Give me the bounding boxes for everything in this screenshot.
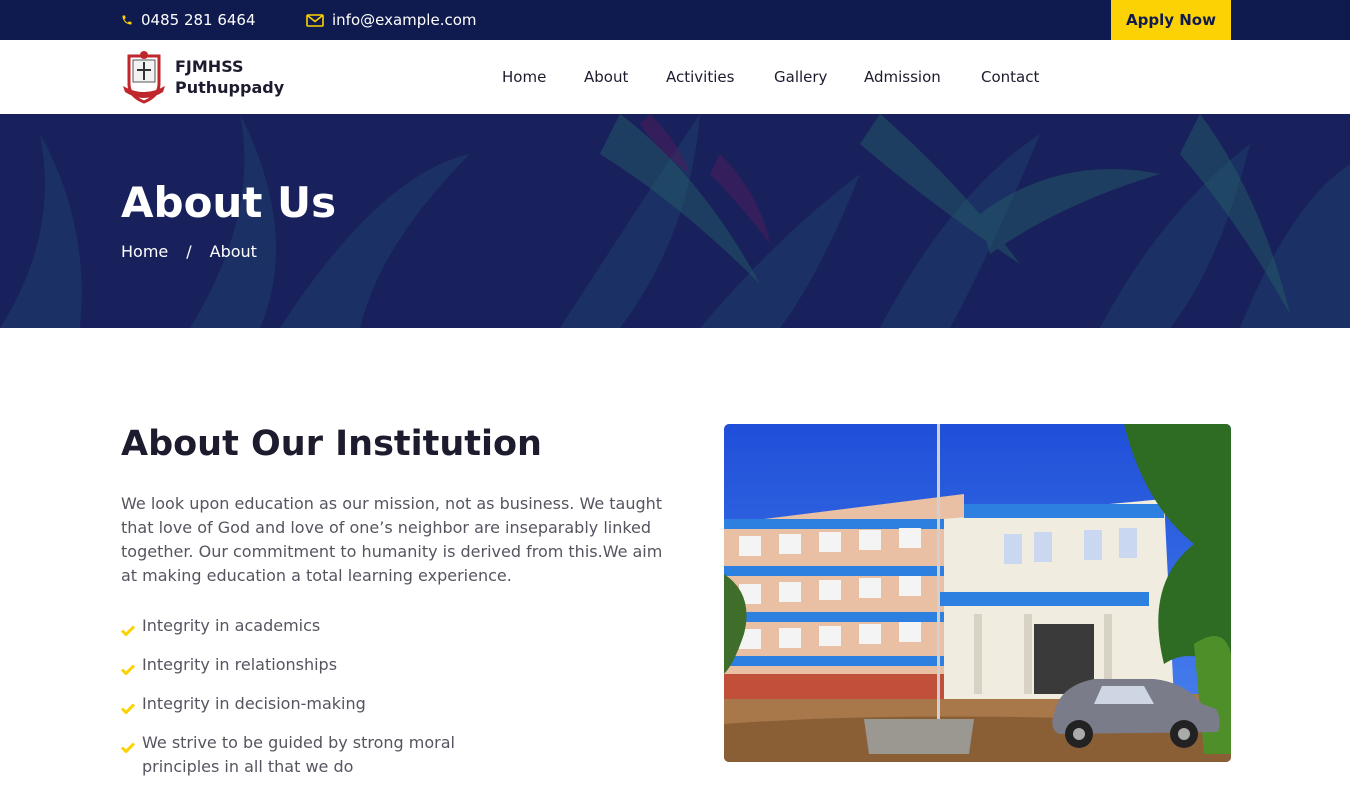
brand-name: FJMHSS Puthuppady <box>175 56 284 98</box>
nav-item-home[interactable]: Home <box>502 68 546 86</box>
feature-text: Integrity in relationships <box>142 655 338 674</box>
check-icon <box>120 614 142 643</box>
brand-line-2: Puthuppady <box>175 78 285 97</box>
phone-contact[interactable]: 0485 281 6464 <box>121 0 256 40</box>
page-hero-banner: About Us Home / About <box>0 114 1350 328</box>
school-emblem-icon <box>123 51 165 104</box>
envelope-icon <box>306 13 324 27</box>
breadcrumb-home[interactable]: Home <box>121 242 168 261</box>
phone-number: 0485 281 6464 <box>141 11 256 29</box>
list-item: Integrity in relationships <box>120 653 481 682</box>
breadcrumb-separator: / <box>186 242 192 261</box>
nav-item-gallery[interactable]: Gallery <box>774 68 827 86</box>
check-icon <box>120 731 142 760</box>
list-item: Integrity in academics <box>120 614 481 643</box>
nav-item-about[interactable]: About <box>584 68 628 86</box>
email-address: info@example.com <box>332 11 477 29</box>
main-navbar: FJMHSS Puthuppady Home About Activities … <box>0 40 1350 114</box>
email-contact[interactable]: info@example.com <box>306 0 477 40</box>
breadcrumb-current: About <box>209 242 257 261</box>
page-title: About Us <box>121 178 337 227</box>
nav-item-contact[interactable]: Contact <box>981 68 1039 86</box>
nav-item-admission[interactable]: Admission <box>864 68 941 86</box>
brand-line-1: FJMHSS <box>175 57 244 76</box>
site-logo[interactable]: FJMHSS Puthuppady <box>121 50 284 104</box>
list-item: We strive to be guided by strong moral p… <box>120 731 481 779</box>
feature-text: Integrity in decision-making <box>142 694 366 713</box>
list-item: Integrity in decision-making <box>120 692 481 721</box>
feature-text: We strive to be guided by strong moral p… <box>142 733 455 776</box>
feature-text: Integrity in academics <box>142 616 321 635</box>
phone-icon <box>122 15 132 25</box>
feature-list: Integrity in academics Integrity in rela… <box>120 614 481 789</box>
breadcrumb: Home / About <box>121 242 257 261</box>
nav-item-activities[interactable]: Activities <box>666 68 734 86</box>
top-bar: 0485 281 6464 info@example.com Apply Now <box>0 0 1350 40</box>
intro-paragraph: We look upon education as our mission, n… <box>121 494 663 585</box>
school-building-image <box>724 424 1231 762</box>
apply-now-button[interactable]: Apply Now <box>1111 0 1231 40</box>
section-title: About Our Institution <box>121 424 542 464</box>
check-icon <box>120 653 142 682</box>
check-icon <box>120 692 142 721</box>
